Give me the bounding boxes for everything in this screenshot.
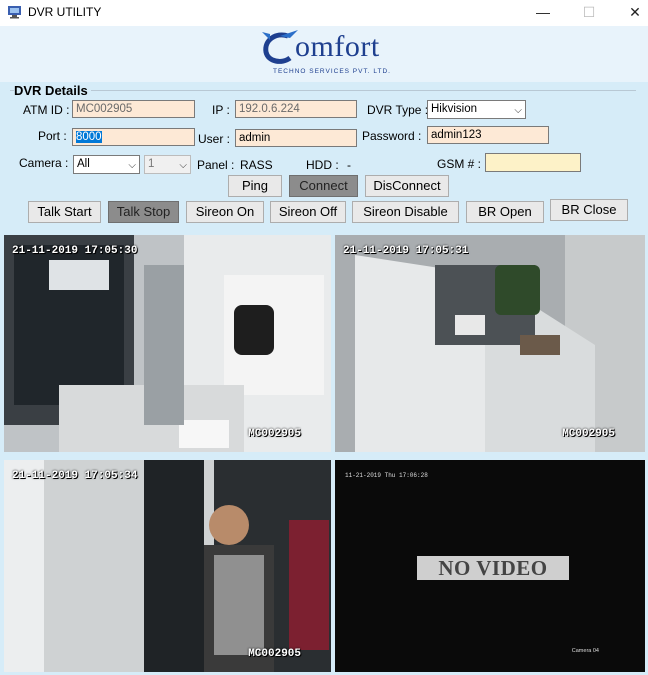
port-value: 8000 <box>76 131 102 143</box>
camera-id-overlay: MC002905 <box>562 428 615 440</box>
ip-field[interactable]: 192.0.6.224 <box>235 100 357 118</box>
maximize-button[interactable]: ☐ <box>566 0 612 26</box>
br-close-button[interactable]: BR Close <box>550 199 628 221</box>
siren-disable-button[interactable]: Sireon Disable <box>352 201 459 223</box>
talk-stop-button[interactable]: Talk Stop <box>108 201 179 223</box>
camera-id-overlay: MC002905 <box>248 428 301 440</box>
camera-select[interactable]: All ⌵ <box>73 155 140 174</box>
ip-label: IP : <box>212 103 230 117</box>
camera-view-1[interactable]: 21-11-2019 17:05:30 MC002905 <box>4 235 331 452</box>
port-label: Port : <box>38 129 67 143</box>
close-button[interactable]: ✕ <box>612 0 648 26</box>
group-border <box>10 90 636 91</box>
dvr-type-label: DVR Type : <box>367 103 429 117</box>
camera-view-3[interactable]: 21-11-2019 17:05:34 MC002905 <box>4 460 331 672</box>
camera-id-overlay: MC002905 <box>248 648 301 660</box>
panel-value: RASS <box>240 158 273 172</box>
ping-button[interactable]: Ping <box>228 175 282 197</box>
atm-id-field[interactable]: MC002905 <box>72 100 195 118</box>
camera-value: All <box>77 158 90 170</box>
user-field[interactable]: admin <box>235 129 357 147</box>
window-title: DVR UTILITY <box>28 5 102 19</box>
logo-wordmark: omfort <box>295 30 380 63</box>
camera-timestamp: 21-11-2019 17:05:31 <box>343 245 469 257</box>
gsm-field[interactable] <box>485 153 581 172</box>
logo-tagline: TECHNO SERVICES PVT. LTD. <box>273 68 391 75</box>
chevron-down-icon: ⌵ <box>128 160 136 171</box>
password-label: Password : <box>362 129 422 143</box>
camera-view-4[interactable]: 11-21-2019 Thu 17:06:28 NO VIDEO Camera … <box>335 460 645 672</box>
camera-number-select[interactable]: 1 ⌵ <box>144 155 191 174</box>
gsm-label: GSM # : <box>437 157 482 171</box>
camera-feed-image <box>335 235 645 452</box>
atm-id-label: ATM ID : <box>23 103 70 117</box>
title-bar: DVR UTILITY — ☐ ✕ <box>0 0 648 26</box>
camera-timestamp: 21-11-2019 17:05:30 <box>12 245 138 257</box>
group-title: DVR Details <box>14 83 91 98</box>
hdd-label: HDD : <box>306 158 339 172</box>
no-video-banner: NO VIDEO <box>417 556 569 580</box>
hdd-value: - <box>347 158 351 172</box>
camera-name-overlay: Camera 04 <box>571 648 599 654</box>
dvr-type-value: Hikvision <box>431 103 478 115</box>
chevron-down-icon: ⌵ <box>514 105 522 116</box>
camera-feed-image <box>4 460 331 672</box>
talk-start-button[interactable]: Talk Start <box>28 201 101 223</box>
camera-number-value: 1 <box>148 158 155 170</box>
user-label: User : <box>198 132 231 146</box>
siren-on-button[interactable]: Sireon On <box>186 201 264 223</box>
password-field[interactable]: admin123 <box>427 126 549 144</box>
app-icon <box>8 6 21 19</box>
br-open-button[interactable]: BR Open <box>466 201 544 223</box>
camera-label: Camera : <box>19 156 69 170</box>
camera-view-2[interactable]: 21-11-2019 17:05:31 MC002905 <box>335 235 645 452</box>
chevron-down-icon: ⌵ <box>179 160 187 171</box>
minimize-button[interactable]: — <box>520 0 566 26</box>
disconnect-button[interactable]: DisConnect <box>365 175 449 197</box>
connect-button[interactable]: Connect <box>289 175 358 197</box>
camera-feed-image <box>4 235 331 452</box>
dvr-type-select[interactable]: Hikvision ⌵ <box>427 100 526 119</box>
panel-label: Panel : <box>197 158 235 172</box>
camera-timestamp: 11-21-2019 Thu 17:06:28 <box>345 472 428 479</box>
port-field[interactable]: 8000 <box>72 128 195 146</box>
camera-timestamp: 21-11-2019 17:05:34 <box>12 470 138 482</box>
siren-off-button[interactable]: Sireon Off <box>270 201 346 223</box>
